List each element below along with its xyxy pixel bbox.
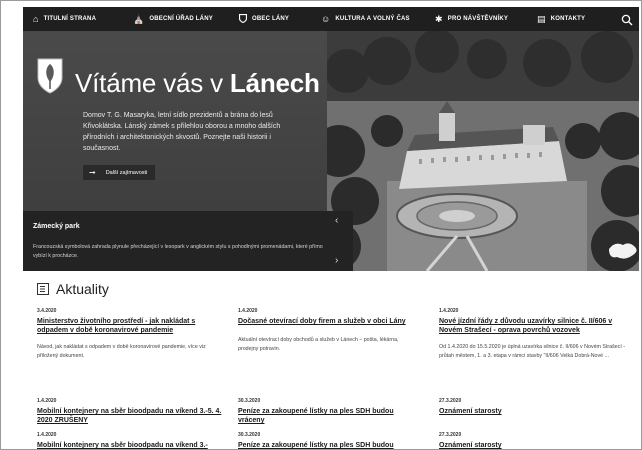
nav-item-obec-lany[interactable]: OBEC LÁNY — [238, 7, 290, 31]
hero-title-prefix: Vítáme vás v — [75, 68, 230, 98]
nav-item-pro-navstevniky[interactable]: ✱ PRO NÁVŠTĚVNÍKY — [435, 7, 508, 31]
news-title-link[interactable]: Nové jízdní řády z důvodu uzavírky silni… — [439, 317, 633, 335]
news-date: 27.3.2020 — [439, 432, 462, 438]
news-excerpt: Od 1.4.2020 do 15.5.2020 je úplná uzavír… — [439, 344, 626, 359]
news-date: 27.3.2020 — [439, 398, 462, 404]
news-item: 27.3.2020 Oznámení starosty — [439, 397, 633, 416]
news-item: 1.4.2020 Dočasné otevírací doby firem a … — [238, 307, 418, 353]
town-crest-icon — [37, 58, 63, 94]
news-date: 1.4.2020 — [37, 432, 57, 438]
arrow-right-icon: ➞ — [89, 168, 96, 177]
more-attractions-label: Další zajímavosti — [105, 169, 148, 176]
shield-icon — [238, 13, 248, 25]
nav-item-label: PRO NÁVŠTĚVNÍKY — [447, 16, 509, 22]
news-item: 30.3.2020 Peníze za zakoupené lístky na … — [238, 431, 418, 449]
news-date: 30.3.2020 — [238, 398, 261, 404]
nav-item-titulni-strana[interactable]: ⌂ TITULNÍ STRANA — [33, 7, 96, 31]
news-title-link[interactable]: Mobilní kontejnery na sběr bioodpadu na … — [37, 441, 227, 449]
news-date: 3.4.2020 — [37, 308, 57, 314]
news-excerpt: Návod, jak nakládat s odpadem v době kor… — [37, 344, 206, 359]
browser-frame: ⌂ TITULNÍ STRANA ⛪ OBECNÍ ÚŘAD LÁNY OBEC… — [0, 0, 642, 450]
news-item: 27.3.2020 Oznámení starosty — [439, 431, 633, 449]
news-section-heading: Aktuality — [37, 281, 109, 297]
masks-icon: ☺ — [321, 13, 331, 24]
hero-title-town: Lánech — [229, 68, 320, 98]
slide-description: Francouzská symbolová zahrada plynule př… — [33, 244, 323, 259]
nav-item-kontakty[interactable]: ▤ KONTAKTY — [537, 7, 585, 31]
chevron-left-icon[interactable]: ‹ — [335, 215, 338, 226]
news-item: 30.3.2020 Peníze za zakoupené lístky na … — [238, 397, 418, 425]
hero-description: Domov T. G. Masaryka, letní sídlo prezid… — [83, 112, 281, 152]
chevron-right-icon[interactable]: › — [335, 255, 338, 266]
news-excerpt: Aktuální otevírací doby obchodů a služeb… — [238, 337, 399, 352]
news-item: 1.4.2020 Mobilní kontejnery na sběr bioo… — [37, 397, 227, 425]
nav-item-label: KULTURA A VOLNÝ ČAS — [335, 16, 410, 22]
news-section-title: Aktuality — [56, 281, 109, 297]
nav-item-kultura[interactable]: ☺ KULTURA A VOLNÝ ČAS — [321, 7, 410, 31]
nav-item-label: OBECNÍ ÚŘAD LÁNY — [149, 16, 213, 22]
chateau-aerial-photo — [327, 31, 639, 271]
news-title-link[interactable]: Mobilní kontejnery na sběr bioodpadu na … — [37, 407, 227, 425]
newspaper-icon — [37, 283, 49, 295]
news-title-link[interactable]: Ministerstvo životního prostředí - jak n… — [37, 317, 227, 335]
town-hall-icon: ⛪ — [133, 13, 145, 24]
news-title-link[interactable]: Dočasné otevírací doby firem a služeb v … — [238, 317, 418, 326]
main-navigation: ⌂ TITULNÍ STRANA ⛪ OBECNÍ ÚŘAD LÁNY OBEC… — [23, 7, 639, 31]
nav-item-label: TITULNÍ STRANA — [43, 16, 97, 22]
tourist-icon: ✱ — [435, 13, 443, 24]
nav-item-obecni-urad[interactable]: ⛪ OBECNÍ ÚŘAD LÁNY — [133, 7, 213, 31]
news-title-link[interactable]: Peníze za zakoupené lístky na ples SDH b… — [238, 441, 418, 449]
news-title-link[interactable]: Oznámení starosty — [439, 441, 633, 449]
nav-item-label: OBEC LÁNY — [252, 16, 290, 22]
more-attractions-button[interactable]: ➞ Další zajímavosti — [83, 165, 156, 180]
contact-card-icon: ▤ — [537, 13, 546, 24]
news-item: 1.4.2020 Nové jízdní řády z důvodu uzaví… — [439, 307, 633, 360]
slide-title: Zámecký park — [33, 223, 80, 230]
nav-item-label: KONTAKTY — [550, 16, 586, 22]
news-date: 1.4.2020 — [439, 308, 459, 314]
hero-slider: Vítáme vás v Lánech Domov T. G. Masaryka… — [23, 31, 639, 271]
news-date: 30.3.2020 — [238, 432, 261, 438]
news-date: 1.4.2020 — [238, 308, 258, 314]
news-item: 1.4.2020 Mobilní kontejnery na sběr bioo… — [37, 431, 227, 449]
slide-caption: Zámecký park Francouzská symbolová zahra… — [23, 211, 353, 271]
news-title-link[interactable]: Oznámení starosty — [439, 407, 633, 416]
news-title-link[interactable]: Peníze za zakoupené lístky na ples SDH b… — [238, 407, 418, 425]
news-item: 3.4.2020 Ministerstvo životního prostřed… — [37, 307, 227, 360]
search-icon[interactable] — [621, 13, 633, 26]
home-icon: ⌂ — [33, 13, 39, 24]
hero-title: Vítáme vás v Lánech — [75, 68, 320, 99]
news-date: 1.4.2020 — [37, 398, 57, 404]
